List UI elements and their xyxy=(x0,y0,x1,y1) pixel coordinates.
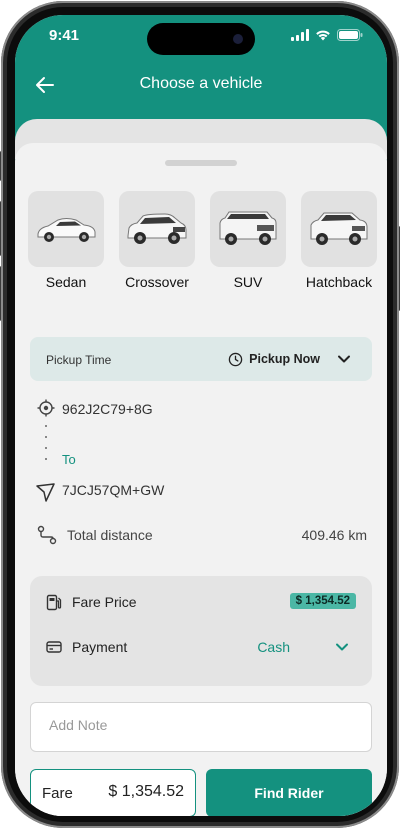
route-distance-icon xyxy=(37,525,57,545)
dynamic-island xyxy=(147,23,255,55)
status-icons xyxy=(291,29,363,41)
side-button xyxy=(0,151,1,181)
phone-frame: 9:41 Choose a vehicle Sedan Crossover SU… xyxy=(0,1,400,828)
volume-down-button xyxy=(0,266,1,321)
screen: 9:41 Choose a vehicle Sedan Crossover SU… xyxy=(15,15,387,816)
vehicle-list: Sedan Crossover SUV Hatchback xyxy=(26,191,386,301)
vehicle-label-crossover: Crossover xyxy=(125,274,189,290)
fare-card: Fare Price $ 1,354.52 Payment Cash xyxy=(30,576,372,686)
page-title: Choose a vehicle xyxy=(139,75,263,92)
pickup-time-label: Pickup Time xyxy=(46,353,112,367)
vehicle-option-sedan[interactable]: Sedan xyxy=(26,191,106,290)
clock-icon xyxy=(228,352,243,366)
sedan-car-icon xyxy=(28,191,104,267)
total-distance-value: 409.46 km xyxy=(301,527,367,543)
suv-car-icon xyxy=(210,191,286,267)
payment-card-icon xyxy=(46,641,62,653)
pickup-time-selector[interactable]: Pickup Time Pickup Now xyxy=(30,337,372,381)
fare-summary-value: $ 1,354.52 xyxy=(108,783,184,800)
payment-label: Payment xyxy=(72,639,128,655)
fare-price-row: Fare Price $ 1,354.52 xyxy=(30,590,372,614)
add-note-input[interactable] xyxy=(49,717,349,733)
payment-method-value[interactable]: Cash xyxy=(257,639,290,655)
crossover-car-icon xyxy=(119,191,195,267)
camera-icon xyxy=(233,34,243,44)
vehicle-label-hatchback: Hatchback xyxy=(305,274,373,290)
bottom-sheet: Sedan Crossover SUV Hatchback Pickup Tim… xyxy=(15,143,387,816)
origin-location-icon xyxy=(37,399,55,417)
add-note-field[interactable] xyxy=(30,702,372,752)
find-rider-button[interactable]: Find Rider xyxy=(206,769,372,816)
vehicle-option-hatchback[interactable]: Hatchback xyxy=(299,191,379,290)
route-connector xyxy=(45,425,47,475)
fare-summary-label: Fare xyxy=(42,785,73,802)
total-distance-label: Total distance xyxy=(67,527,153,543)
total-distance-row: Total distance 409.46 km xyxy=(35,525,375,545)
vehicle-label-sedan: Sedan xyxy=(45,274,87,290)
drag-handle[interactable] xyxy=(165,160,237,166)
origin-address[interactable]: 962J2C79+8G xyxy=(62,401,153,417)
status-time: 9:41 xyxy=(49,27,80,44)
wifi-icon xyxy=(316,30,330,41)
destination-address[interactable]: 7JCJ57QM+GW xyxy=(62,482,164,498)
signal-icon xyxy=(291,29,309,41)
fare-price-badge: $ 1,354.52 xyxy=(289,593,356,609)
payment-chevron-down-icon[interactable] xyxy=(334,639,350,655)
fare-summary: Fare $ 1,354.52 xyxy=(30,769,196,816)
battery-icon xyxy=(337,29,363,41)
pickup-time-value: Pickup Now xyxy=(249,352,320,366)
destination-pin-icon xyxy=(36,483,55,502)
chevron-down-icon xyxy=(338,355,350,363)
vehicle-option-suv[interactable]: SUV xyxy=(208,191,288,290)
fare-price-label: Fare Price xyxy=(72,594,137,610)
vehicle-label-suv: SUV xyxy=(233,274,263,290)
fuel-icon xyxy=(46,594,62,611)
volume-up-button xyxy=(0,201,1,256)
vehicle-option-crossover[interactable]: Crossover xyxy=(117,191,197,290)
to-label: To xyxy=(62,452,76,467)
hatchback-car-icon xyxy=(301,191,377,267)
payment-row[interactable]: Payment Cash xyxy=(30,635,372,659)
